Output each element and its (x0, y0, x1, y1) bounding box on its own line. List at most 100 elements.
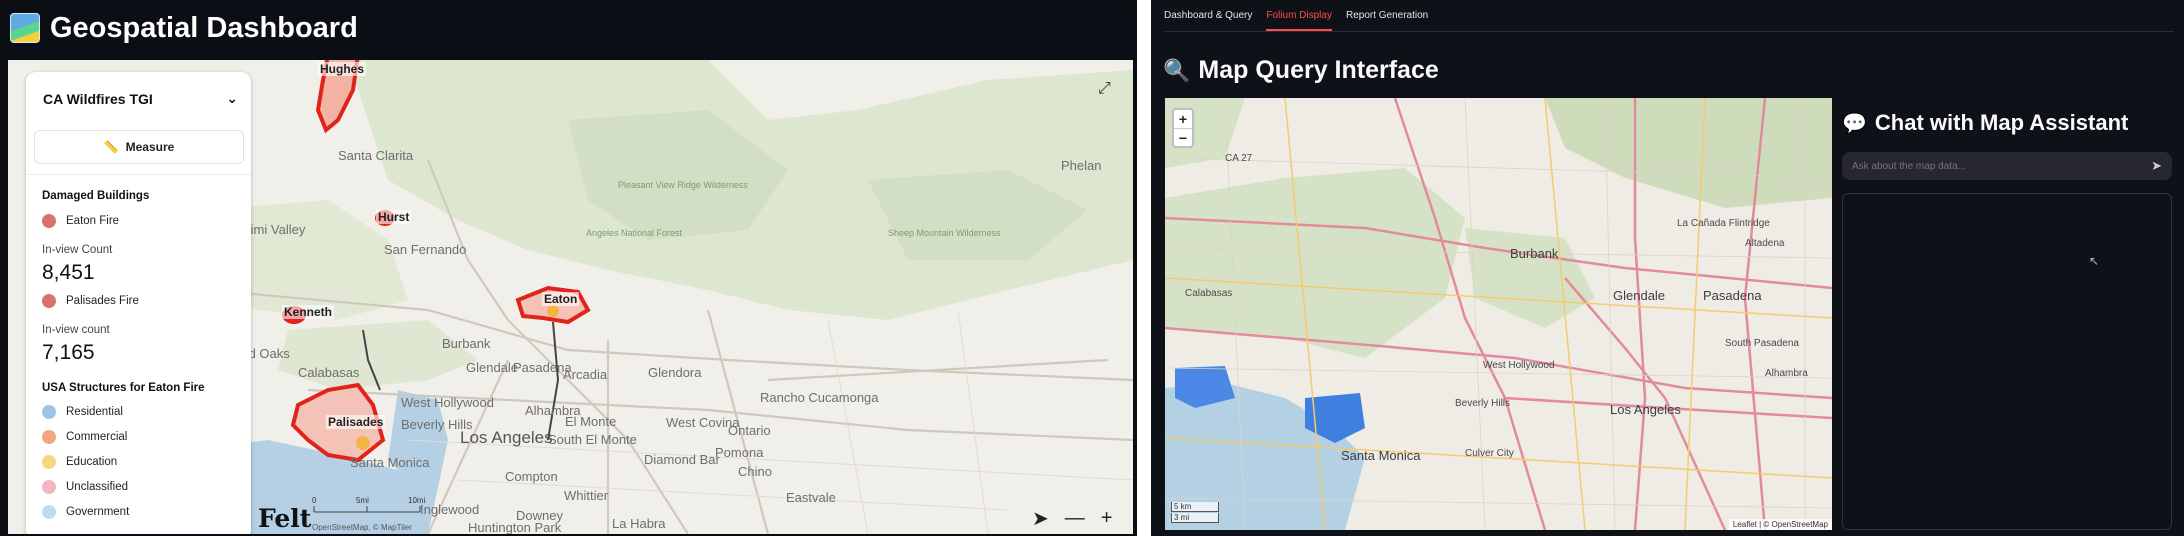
folium-map[interactable]: + − CA 27 Burbank Glendale Pasadena La C… (1165, 98, 1832, 530)
zoom-in-button[interactable]: + (1174, 110, 1192, 129)
fire-label-eaton: Eaton (542, 292, 580, 306)
folium-basemap (1165, 98, 1832, 530)
map-label-south-el-monte: South El Monte (548, 432, 637, 447)
map-query-title: Map Query Interface (1198, 56, 1439, 84)
felt-map[interactable]: Santa Clarita Simi Valley San Fernando P… (8, 60, 1133, 534)
map-label-chino: Chino (738, 464, 772, 479)
swatch-unclassified (42, 480, 56, 494)
damaged-buildings-heading: Damaged Buildings (42, 190, 150, 202)
map-label-pleasant-view: Pleasant View Ridge Wilderness (618, 180, 748, 190)
structures-heading: USA Structures for Eaton Fire (42, 382, 205, 394)
map-label-los-angeles: Los Angeles (460, 428, 553, 447)
map-label-rancho: Rancho Cucamonga (760, 390, 879, 405)
scale-km: 5 km (1171, 502, 1219, 512)
map-label-compton: Compton (505, 469, 558, 484)
map-label-eastvale: Eastvale (786, 490, 836, 505)
fire-label-palisades: Palisades (326, 415, 386, 429)
locate-arrow-icon[interactable]: ➤ (1032, 506, 1049, 531)
chat-history-area: ↖ (1842, 193, 2172, 530)
rmap-label-burbank: Burbank (1510, 246, 1559, 261)
legend-panel: CA Wildfires TGI ⌄ 📏 Measure Damaged Bui… (26, 72, 251, 534)
map-controls: ➤ — + (1032, 506, 1112, 531)
swatch-residential (42, 405, 56, 419)
map-label-la-habra: La Habra (612, 516, 666, 531)
speech-bubble-icon: 💬 (1842, 112, 1867, 135)
layer-selector[interactable]: CA Wildfires TGI ⌄ (43, 90, 238, 107)
inview-count-label-eaton: In-view Count (42, 244, 113, 256)
tab-divider (1164, 31, 2174, 32)
map-label-sheep-mountain: Sheep Mountain Wilderness (888, 228, 1001, 238)
map-query-heading: 🔍 Map Query Interface (1163, 56, 1439, 85)
zoom-control: + − (1172, 108, 1194, 148)
rmap-label-south-pasadena: South Pasadena (1725, 338, 1799, 349)
chevron-down-icon[interactable]: ⌄ (226, 90, 238, 107)
rmap-label-alhambra: Alhambra (1765, 368, 1808, 379)
swatch-commercial (42, 430, 56, 444)
send-icon[interactable]: ➤ (2151, 158, 2162, 174)
rmap-label-pasadena: Pasadena (1703, 288, 1762, 303)
rmap-label-calabasas: Calabasas (1185, 288, 1233, 299)
map-label-simi-valley: Simi Valley (242, 222, 306, 237)
legend-label-eaton: Eaton Fire (66, 215, 120, 227)
map-label-ontario: Ontario (728, 423, 771, 438)
map-label-arcadia: Arcadia (563, 367, 608, 382)
map-attribution[interactable]: OpenStreetMap, © MapTiler (312, 523, 412, 532)
chat-title: Chat with Map Assistant (1874, 110, 2129, 135)
magnifier-icon: 🔍 (1163, 57, 1191, 83)
rmap-label-glendale: Glendale (1613, 288, 1666, 303)
palisades-count: 7,165 (42, 341, 95, 364)
map-label-burbank: Burbank (442, 336, 491, 351)
map-label-santa-clarita: Santa Clarita (338, 148, 414, 163)
map-query-app-window: Dashboard & Query Folium Display Report … (1151, 0, 2184, 536)
rmap-label-culver-city: Culver City (1465, 448, 1514, 459)
legend-item-unclassified[interactable]: Unclassified (42, 480, 128, 494)
map-label-diamond-bar: Diamond Bar (644, 452, 720, 467)
legend-item-commercial[interactable]: Commercial (42, 430, 127, 444)
measure-label: Measure (125, 140, 175, 154)
map-label-pomona: Pomona (715, 445, 764, 460)
chat-input[interactable] (1852, 160, 2132, 172)
measure-button[interactable]: 📏 Measure (34, 130, 244, 164)
panel-divider (26, 174, 251, 175)
map-label-glendale: Glendale (466, 360, 519, 375)
legend-item-government[interactable]: Government (42, 505, 129, 519)
legend-label-palisades: Palisades Fire (66, 295, 139, 307)
map-label-calabasas: Calabasas (298, 365, 360, 380)
tab-report-generation[interactable]: Report Generation (1346, 10, 1428, 31)
fire-label-hughes: Hughes (318, 62, 367, 76)
map-label-inglewood: Inglewood (420, 502, 480, 517)
ruler-icon: 📏 (103, 140, 119, 154)
rmap-label-ca27: CA 27 (1225, 153, 1253, 164)
felt-logo: Felt (258, 504, 312, 533)
legend-item-eaton[interactable]: Eaton Fire (42, 214, 119, 228)
zoom-in-button[interactable]: + (1101, 507, 1113, 530)
map-label-west-hollywood: West Hollywood (401, 395, 494, 410)
chat-heading: 💬 Chat with Map Assistant (1842, 110, 2128, 136)
scale-mi: 3 mi (1171, 513, 1219, 523)
dashboard-header: Geospatial Dashboard (10, 8, 358, 48)
geospatial-dashboard-window: Geospatial Dashboard Santa Clarita Simi … (0, 0, 1137, 536)
tab-folium-display[interactable]: Folium Display (1266, 10, 1332, 31)
rmap-label-santa-monica: Santa Monica (1341, 448, 1421, 463)
chat-input-box[interactable]: ➤ (1842, 152, 2172, 180)
mouse-cursor-icon: ↖ (2089, 254, 2100, 268)
folium-scale-bar: 5 km 3 mi (1171, 502, 1219, 524)
zoom-out-button[interactable]: − (1174, 129, 1192, 147)
dashboard-title: Geospatial Dashboard (50, 11, 358, 44)
legend-item-residential[interactable]: Residential (42, 405, 123, 419)
fire-label-kenneth: Kenneth (282, 305, 334, 319)
zoom-out-button[interactable]: — (1065, 507, 1085, 530)
rmap-label-altadena: Altadena (1745, 238, 1785, 249)
map-label-san-fernando: San Fernando (384, 242, 467, 257)
map-label-santa-monica: Santa Monica (350, 455, 430, 470)
fullscreen-expand-icon[interactable]: ⤢ (1098, 80, 1116, 98)
legend-item-education[interactable]: Education (42, 455, 117, 469)
rmap-label-west-hollywood: West Hollywood (1483, 360, 1555, 371)
scale-0: 0 (312, 496, 317, 505)
swatch-government (42, 505, 56, 519)
inview-count-label-palisades: In-view count (42, 324, 110, 336)
map-label-whittier: Whittier (564, 488, 609, 503)
tab-dashboard-query[interactable]: Dashboard & Query (1164, 10, 1252, 31)
legend-item-palisades[interactable]: Palisades Fire (42, 294, 139, 308)
leaflet-attribution[interactable]: Leaflet | © OpenStreetMap (1728, 519, 1832, 530)
